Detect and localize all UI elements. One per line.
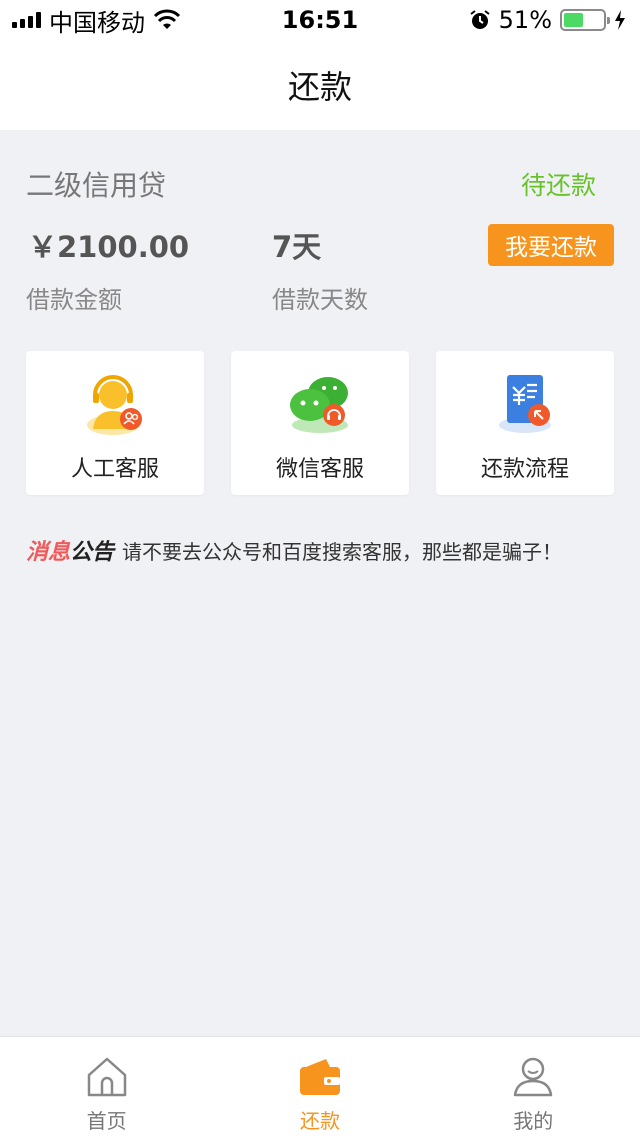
service-label-agent: 人工客服 (70, 457, 159, 482)
status-left: 中国移动 (12, 3, 181, 38)
agent-icon (87, 375, 142, 435)
service-cards: 人工客服 微信客服 还款流程 (26, 351, 614, 495)
tab-label-home: 首页 (86, 1109, 127, 1133)
battery-percent: 51% (498, 6, 552, 34)
status-bar: 中国移动 16:51 51% (0, 0, 640, 40)
notice-tag-part1: 消息 (26, 540, 71, 565)
loan-days: 7天 (272, 230, 322, 264)
carrier-label: 中国移动 (49, 8, 145, 37)
charging-icon (615, 10, 625, 30)
notice-tag: 消息 公告 (26, 534, 114, 566)
home-icon (87, 1057, 126, 1097)
signal-icon (12, 12, 41, 28)
repay-process-icon (499, 375, 551, 433)
tab-mine[interactable]: 我的 (427, 1037, 640, 1136)
notice-tag-part2: 公告 (70, 540, 115, 565)
wifi-icon (153, 9, 181, 29)
status-right: 51% (469, 6, 626, 34)
service-label-wechat: 微信客服 (275, 457, 364, 482)
battery-icon (560, 9, 610, 31)
tab-bar: 首页 还款 我的 (0, 1036, 640, 1136)
loan-summary: 二级信用贷 待还款 ￥2100.00 7天 借款金额 借款天数 我要还款 (0, 130, 640, 340)
user-icon (514, 1057, 553, 1097)
loan-amount-label: 借款金额 (26, 286, 122, 314)
tab-repay[interactable]: 还款 (213, 1037, 426, 1136)
loan-days-label: 借款天数 (272, 286, 368, 314)
tab-label-mine: 我的 (513, 1109, 554, 1133)
service-label-repay-process: 还款流程 (480, 457, 569, 482)
notice-text: 请不要去公众号和百度搜索客服，那些都是骗子！ (122, 539, 563, 564)
tab-home[interactable]: 首页 (0, 1037, 213, 1136)
loan-amount: ￥2100.00 (28, 230, 190, 264)
service-card-repay-process[interactable]: 还款流程 (436, 351, 614, 495)
service-card-agent[interactable]: 人工客服 (26, 351, 204, 495)
loan-status: 待还款 (520, 171, 596, 200)
tab-label-repay: 还款 (299, 1109, 340, 1133)
page-header: 还款 (0, 40, 640, 130)
wechat-icon (290, 377, 348, 433)
notice-bar: 消息 公告 请不要去公众号和百度搜索客服，那些都是骗子！ (26, 534, 562, 566)
alarm-icon (470, 10, 490, 29)
wallet-icon (299, 1059, 340, 1095)
repay-button[interactable]: 我要还款 (488, 224, 614, 266)
page-title: 还款 (287, 68, 352, 106)
loan-product-name: 二级信用贷 (26, 169, 167, 202)
service-card-wechat[interactable]: 微信客服 (231, 351, 409, 495)
